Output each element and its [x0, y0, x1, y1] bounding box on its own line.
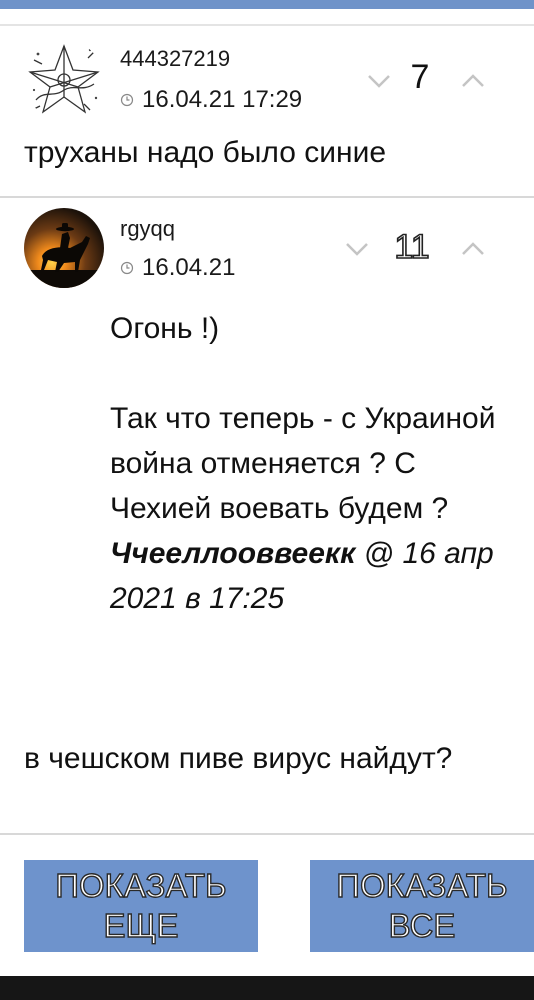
chevron-up-icon[interactable] [458, 66, 488, 96]
comment-line: Огонь !) [110, 312, 220, 345]
avatar[interactable] [24, 40, 104, 120]
username[interactable]: rgyqq [120, 216, 175, 242]
show-all-button[interactable]: ПОКАЗАТЬ ВСЕ [310, 860, 534, 952]
show-more-button[interactable]: ПОКАЗАТЬ ЕЩЕ [24, 860, 258, 952]
comment-body: Огонь !) Так что теперь - с Украиной вой… [110, 306, 520, 621]
date-text: 16.04.21 17:29 [142, 86, 303, 113]
clock-icon [120, 93, 134, 107]
top-accent-bar [0, 0, 534, 9]
chevron-down-icon[interactable] [364, 66, 394, 96]
comment-reply-text: в чешском пиве вирус найдут? [24, 742, 453, 775]
comment-score: 11 [394, 227, 431, 267]
comment-date: 16.04.21 17:29 [120, 86, 302, 114]
comment-score: 7 [410, 58, 430, 96]
chevron-down-icon[interactable] [342, 234, 372, 264]
comment-divider [0, 833, 534, 835]
cowboy-sunset-avatar-icon [24, 208, 104, 288]
date-text: 16.04.21 [142, 254, 236, 281]
comment-item: rgyqq 16.04.21 11 Огонь !) Так что тепер… [0, 198, 534, 833]
username[interactable]: 444327219 [120, 46, 230, 72]
avatar[interactable] [24, 208, 104, 288]
chevron-up-icon[interactable] [458, 234, 488, 264]
comment-text: труханы надо было синие [24, 136, 387, 169]
quote-author[interactable]: Ччееллооввеекк [110, 537, 355, 570]
clock-icon [120, 261, 134, 275]
star-sketch-avatar-icon [24, 40, 104, 120]
comment-line: Так что теперь - с Украиной война отменя… [110, 402, 496, 525]
comment-item: 444327219 16.04.21 17:29 7 труханы надо … [0, 26, 534, 196]
bottom-nav-bar [0, 976, 534, 1000]
quote-attribution: Ччееллооввеекк @ 16 апр 2021 в 17:25 [110, 531, 520, 621]
comment-date: 16.04.21 [120, 254, 235, 282]
